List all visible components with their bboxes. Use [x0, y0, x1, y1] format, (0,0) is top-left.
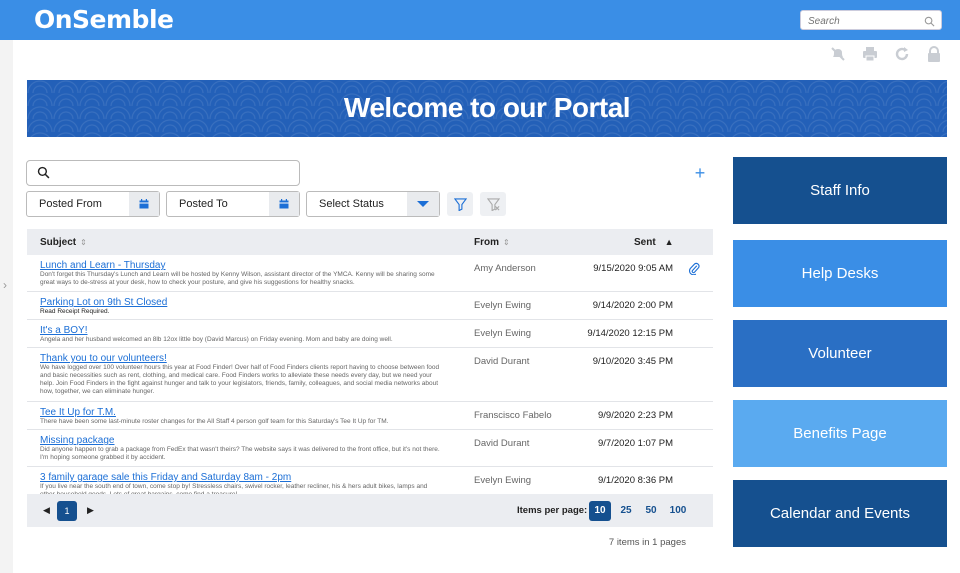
- posted-to-label: Posted To: [179, 198, 228, 210]
- page-size-50[interactable]: 50: [640, 501, 662, 521]
- collapsed-left-panel[interactable]: ›: [0, 40, 13, 573]
- sort-icon: ⇕: [80, 238, 87, 247]
- items-count: 7 items in 1 pages: [608, 537, 686, 548]
- message-from: Evelyn Ewing: [474, 328, 532, 339]
- message-preview: If you live near the south end of town, …: [40, 483, 428, 494]
- page-1-button[interactable]: 1: [57, 501, 77, 521]
- message-from: David Durant: [474, 356, 530, 367]
- utility-toolbar: [828, 42, 948, 66]
- sort-ascending-icon: ▲: [664, 237, 674, 247]
- table-row[interactable]: Missing package Did anyone happen to gra…: [27, 430, 713, 467]
- messages-list[interactable]: Lunch and Learn - Thursday Don't forget …: [27, 255, 713, 494]
- banner-title: Welcome to our Portal: [343, 92, 631, 123]
- pagination-bar: ◀ 1 ▶ Items per page: 10 25 50 100: [27, 494, 713, 527]
- message-preview: Don't forget this Thursday's Lunch and L…: [40, 271, 435, 286]
- message-subject-link[interactable]: Thank you to our volunteers!: [40, 353, 167, 364]
- help-desks-link[interactable]: Help Desks: [733, 240, 947, 307]
- clear-filter-button[interactable]: [480, 192, 506, 216]
- message-sent-date: 9/1/2020 8:36 PM: [598, 475, 673, 486]
- volunteer-link[interactable]: Volunteer: [733, 320, 947, 387]
- message-preview: Read Receipt Required.: [40, 308, 110, 315]
- message-subject-link[interactable]: Lunch and Learn - Thursday: [40, 260, 165, 271]
- message-from: Evelyn Ewing: [474, 300, 532, 311]
- posted-to-field[interactable]: Posted To: [166, 191, 300, 217]
- refresh-icon[interactable]: [892, 44, 912, 64]
- message-sent-date: 9/10/2020 3:45 PM: [592, 356, 673, 367]
- next-page-icon[interactable]: ▶: [87, 505, 94, 516]
- subject-column-header[interactable]: Subject ⇕: [40, 237, 87, 248]
- top-bar: OnSemble: [0, 0, 960, 40]
- calendar-icon[interactable]: [129, 192, 159, 216]
- posted-from-field[interactable]: Posted From: [26, 191, 160, 217]
- table-row[interactable]: Thank you to our volunteers! We have log…: [27, 348, 713, 402]
- message-subject-link[interactable]: 3 family garage sale this Friday and Sat…: [40, 472, 291, 483]
- status-select-value: Select Status: [319, 198, 384, 210]
- print-icon[interactable]: [860, 44, 880, 64]
- table-row[interactable]: Tee It Up for T.M. There have been some …: [27, 402, 713, 430]
- table-row[interactable]: 3 family garage sale this Friday and Sat…: [27, 467, 713, 494]
- previous-page-icon[interactable]: ◀: [43, 505, 50, 516]
- calendar-icon[interactable]: [269, 192, 299, 216]
- global-search-input[interactable]: [801, 12, 919, 31]
- sent-column-header[interactable]: Sent ▲: [634, 237, 674, 248]
- message-from: David Durant: [474, 438, 530, 449]
- message-sent-date: 9/14/2020 12:15 PM: [587, 328, 673, 339]
- search-icon[interactable]: [924, 14, 935, 32]
- message-sent-date: 9/15/2020 9:05 AM: [593, 263, 673, 274]
- filter-icon: [453, 197, 467, 211]
- status-select[interactable]: Select Status: [306, 191, 440, 217]
- welcome-banner: Welcome to our Portal: [27, 80, 947, 137]
- message-from: Franscisco Fabelo: [474, 410, 552, 421]
- table-header: Subject ⇕ From ⇕ Sent ▲: [27, 229, 713, 255]
- notifications-off-icon[interactable]: [828, 44, 848, 64]
- calendar-and-events-link[interactable]: Calendar and Events: [733, 480, 947, 547]
- message-preview: We have logged over 100 volunteer hours …: [40, 364, 440, 395]
- expand-panel-icon[interactable]: ›: [3, 278, 7, 292]
- add-message-button[interactable]: +: [688, 162, 712, 186]
- messages-search-input[interactable]: [26, 160, 300, 186]
- message-subject-link[interactable]: Parking Lot on 9th St Closed: [40, 297, 167, 308]
- table-row[interactable]: Lunch and Learn - Thursday Don't forget …: [27, 255, 713, 292]
- page-size-100[interactable]: 100: [665, 501, 691, 521]
- message-subject-link[interactable]: It's a BOY!: [40, 325, 87, 336]
- staff-info-link[interactable]: Staff Info: [733, 157, 947, 224]
- search-icon: [37, 166, 50, 184]
- app-logo[interactable]: OnSemble: [34, 5, 174, 34]
- sort-icon: ⇕: [503, 238, 510, 247]
- filter-button[interactable]: [447, 192, 473, 216]
- message-subject-link[interactable]: Tee It Up for T.M.: [40, 407, 116, 418]
- global-search[interactable]: [800, 10, 942, 32]
- from-column-header[interactable]: From ⇕: [474, 237, 510, 248]
- message-sent-date: 9/14/2020 2:00 PM: [592, 300, 673, 311]
- items-per-page-label: Items per page:: [517, 505, 588, 516]
- message-subject-link[interactable]: Missing package: [40, 435, 114, 446]
- message-from: Evelyn Ewing: [474, 475, 532, 486]
- benefits-page-link[interactable]: Benefits Page: [733, 400, 947, 467]
- message-preview: Did anyone happen to grab a package from…: [40, 446, 440, 461]
- lock-icon[interactable]: [924, 44, 944, 64]
- chevron-down-icon[interactable]: [407, 192, 439, 216]
- message-sent-date: 9/7/2020 1:07 PM: [598, 438, 673, 449]
- clear-filter-icon: [486, 197, 500, 211]
- posted-from-label: Posted From: [39, 198, 102, 210]
- page-size-25[interactable]: 25: [615, 501, 637, 521]
- message-from: Amy Anderson: [474, 263, 536, 274]
- attachment-icon[interactable]: [688, 262, 700, 280]
- table-row[interactable]: It's a BOY! Angela and her husband welco…: [27, 320, 713, 348]
- message-sent-date: 9/9/2020 2:23 PM: [598, 410, 673, 421]
- table-row[interactable]: Parking Lot on 9th St Closed Read Receip…: [27, 292, 713, 320]
- page-size-10[interactable]: 10: [589, 501, 611, 521]
